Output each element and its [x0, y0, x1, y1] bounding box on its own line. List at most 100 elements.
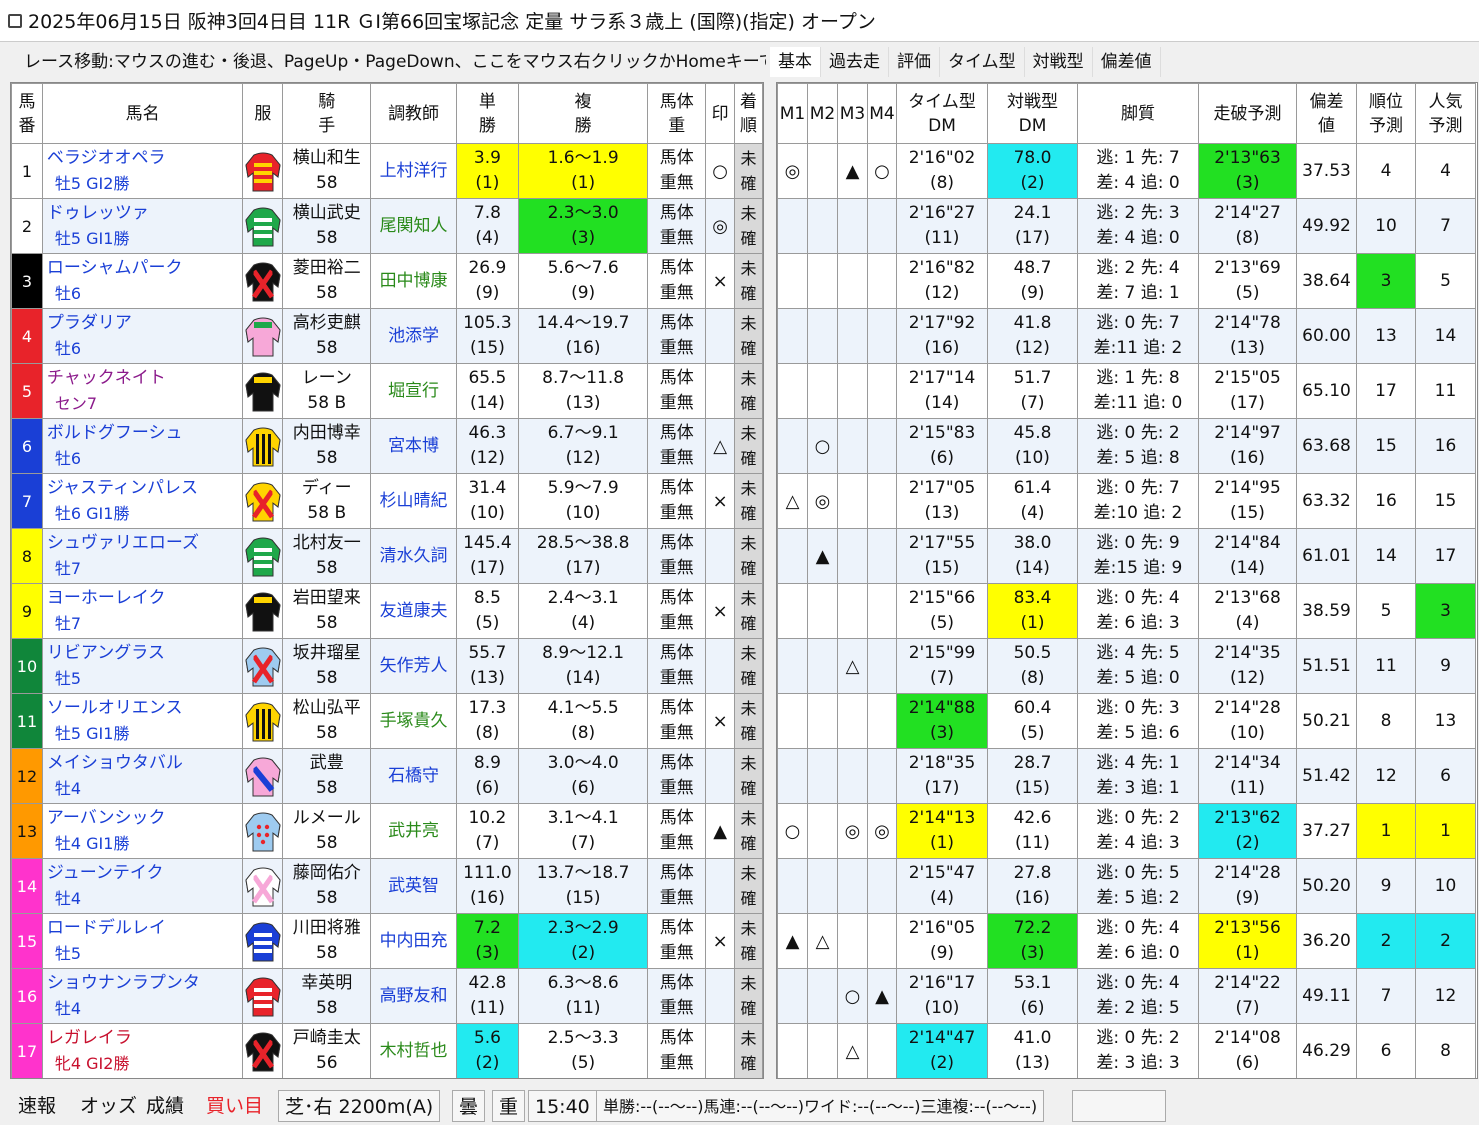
horse-row[interactable]: 8 シュヴァリエローズ 牡7 北村友一 58 清水久詞 145.4 (17) 28.5～38.8…: [11, 528, 763, 584]
horse-name[interactable]: ジャスティンパレス: [47, 476, 242, 501]
horse-name[interactable]: ドゥレッツァ: [47, 201, 242, 226]
right-header-2[interactable]: M3: [837, 83, 868, 144]
analysis-row[interactable]: 2'17"92 (16) 41.8 (12) 逃: 0 先: 7 差:11 追: 2 2'1…: [777, 308, 1476, 364]
horse-name[interactable]: チャックネイト: [47, 366, 242, 391]
prediction-mark[interactable]: [705, 1023, 736, 1078]
prediction-mark[interactable]: △: [705, 418, 736, 474]
horse-row[interactable]: 17 レガレイラ 牝4 GI2勝 戸崎圭太 56 木村哲也 5.6 (2) 2.5～3.3 (5)…: [11, 1023, 763, 1078]
horse-name[interactable]: ソールオリエンス: [47, 696, 242, 721]
analysis-row[interactable]: ○ 2'15"83 (6) 45.8 (10) 逃: 0 先: 2 差: 5 追: 8 2'1…: [777, 418, 1476, 474]
analysis-row[interactable]: 2'16"27 (11) 24.1 (17) 逃: 2 先: 3 差: 4 追: 0 2'1…: [777, 198, 1476, 254]
horse-row[interactable]: 13 アーバンシック 牡4 GI1勝 ルメール 58 武井亮 10.2 (7) 3.1～4.1(…: [11, 803, 763, 859]
analysis-row[interactable]: △ 2'14"47 (2) 41.0 (13) 逃: 0 先: 2 差: 3 追: 3 2'1…: [777, 1023, 1476, 1078]
horse-name-cell[interactable]: ロードデルレイ 牡5: [41, 913, 244, 969]
prediction-mark[interactable]: [705, 528, 736, 584]
horse-row[interactable]: 16 ショウナンラプンタ 牡4 幸英明 58 高野友和 42.8 (11) 6.3～8.6 (11…: [11, 968, 763, 1024]
left-header-2[interactable]: 服: [242, 83, 284, 144]
tab-2[interactable]: 評価: [889, 47, 940, 77]
horse-name-cell[interactable]: ローシャムパーク 牡6: [41, 253, 244, 309]
analysis-row[interactable]: 2'17"14 (14) 51.7 (7) 逃: 1 先: 8 差:11 追: 0 2'15…: [777, 363, 1476, 419]
horse-name[interactable]: ジューンテイク: [47, 861, 242, 886]
right-header-9[interactable]: 順位 予測: [1356, 83, 1416, 144]
prediction-mark[interactable]: ×: [705, 913, 736, 969]
horse-name-cell[interactable]: メイショウタバル 牡4: [41, 748, 244, 804]
prediction-mark[interactable]: [705, 308, 736, 364]
right-header-6[interactable]: 脚質: [1077, 83, 1199, 144]
tab-0[interactable]: 基本: [770, 47, 821, 77]
analysis-row[interactable]: 2'15"47 (4) 27.8 (16) 逃: 0 先: 5 差: 5 追: 2 2'14…: [777, 858, 1476, 914]
horse-row[interactable]: 11 ソールオリエンス 牡5 GI1勝 松山弘平 58 手塚貴久 17.3 (8) 4.1～5.…: [11, 693, 763, 749]
prediction-mark[interactable]: [705, 858, 736, 914]
horse-name-cell[interactable]: レガレイラ 牝4 GI2勝: [41, 1023, 244, 1078]
analysis-row[interactable]: ◎ ▲ ○ 2'16"02 (8) 78.0 (2) 逃: 1 先: 7 差: 4 追: 0 2'…: [777, 143, 1476, 199]
horse-name[interactable]: ヨーホーレイク: [47, 586, 242, 611]
prediction-mark[interactable]: ×: [705, 253, 736, 309]
prediction-mark[interactable]: [705, 748, 736, 804]
horse-name-cell[interactable]: ドゥレッツァ 牡5 GI1勝: [41, 198, 244, 254]
horse-name-cell[interactable]: ベラジオオペラ 牡5 GI2勝: [41, 143, 244, 199]
tab-4[interactable]: 対戦型: [1025, 47, 1093, 77]
horse-row[interactable]: 4 プラダリア 牡6 高杉吏麒 58 池添学 105.3 (15) 14.4～19.7 (16) 馬…: [11, 308, 763, 364]
right-header-5[interactable]: 対戦型 DM: [987, 83, 1078, 144]
analysis-row[interactable]: 2'14"88 (3) 60.4 (5) 逃: 0 先: 3 差: 5 追: 6 2'14"…: [777, 693, 1476, 749]
analysis-row[interactable]: △ ◎ 2'17"05 (13) 61.4 (4) 逃: 0 先: 7 差:10 追: 2 2'…: [777, 473, 1476, 529]
tab-3[interactable]: タイム型: [940, 47, 1025, 77]
right-header-4[interactable]: タイム型 DM: [896, 83, 988, 144]
left-header-8[interactable]: 印: [705, 83, 736, 144]
horse-name-cell[interactable]: アーバンシック 牡4 GI1勝: [41, 803, 244, 859]
analysis-row[interactable]: 2'15"66 (5) 83.4 (1) 逃: 0 先: 4 差: 6 追: 3 2'13"…: [777, 583, 1476, 639]
horse-name-cell[interactable]: ショウナンラプンタ 牡4: [41, 968, 244, 1024]
horse-name-cell[interactable]: ジャスティンパレス 牡6 GI1勝: [41, 473, 244, 529]
horse-row[interactable]: 12 メイショウタバル 牡4 武豊 58 石橋守 8.9 (6) 3.0～4.0 (6) 馬体 重無未…: [11, 748, 763, 804]
horse-name-cell[interactable]: プラダリア 牡6: [41, 308, 244, 364]
left-header-3[interactable]: 騎手: [282, 83, 372, 144]
horse-name[interactable]: ローシャムパーク: [47, 256, 242, 281]
prediction-mark[interactable]: [705, 638, 736, 694]
horse-row[interactable]: 10 リビアングラス 牡5 坂井瑠星 58 矢作芳人 55.7 (13) 8.9～12.1 (14…: [11, 638, 763, 694]
prediction-mark[interactable]: ×: [705, 473, 736, 529]
right-header-10[interactable]: 人気 予測: [1415, 83, 1476, 144]
analysis-row[interactable]: ○ ◎ ◎ 2'14"13 (1) 42.6 (11) 逃: 0 先: 2 差: 4 追: 32…: [777, 803, 1476, 859]
tab-5[interactable]: 偏差値: [1093, 47, 1161, 77]
horse-name-cell[interactable]: ソールオリエンス 牡5 GI1勝: [41, 693, 244, 749]
horse-row[interactable]: 14 ジューンテイク 牡4 藤岡佑介 58 武英智 111.0 (16) 13.7～18.7 (1…: [11, 858, 763, 914]
horse-name-cell[interactable]: ボルドグフーシュ 牡6: [41, 418, 244, 474]
horse-name[interactable]: アーバンシック: [47, 806, 242, 831]
left-header-1[interactable]: 馬名: [41, 83, 244, 144]
horse-row[interactable]: 6 ボルドグフーシュ 牡6 内田博幸 58 宮本博 46.3 (12) 6.7～9.1 (12) 馬…: [11, 418, 763, 474]
horse-name[interactable]: プラダリア: [47, 311, 242, 336]
horse-row[interactable]: 9 ヨーホーレイク 牡7 岩田望来 58 友道康夫 8.5 (5) 2.4～3.1 (4) 馬体 重無…: [11, 583, 763, 639]
horse-name[interactable]: ボルドグフーシュ: [47, 421, 242, 446]
horse-name[interactable]: ショウナンラプンタ: [47, 971, 242, 996]
right-header-3[interactable]: M4: [867, 83, 897, 144]
analysis-row[interactable]: ▲ △ 2'16"05 (9) 72.2 (3) 逃: 0 先: 4 差: 6 追: 0 2'1…: [777, 913, 1476, 969]
analysis-row[interactable]: ▲ 2'17"55 (15) 38.0 (14) 逃: 0 先: 9 差:15 追: 9 2'…: [777, 528, 1476, 584]
horse-row[interactable]: 15 ロードデルレイ 牡5 川田将雅 58 中内田充 7.2 (3) 2.3～2.9 (2) 馬体重…: [11, 913, 763, 969]
prediction-mark[interactable]: ▲: [705, 803, 736, 859]
right-header-0[interactable]: M1: [777, 83, 808, 144]
horse-row[interactable]: 1 ベラジオオペラ 牡5 GI2勝 横山和生 58 上村洋行 3.9 (1) 1.6～1.9 (1…: [11, 143, 763, 199]
link-results[interactable]: 成績: [146, 1090, 184, 1122]
left-header-4[interactable]: 調教師: [370, 83, 457, 144]
horse-name-cell[interactable]: チャックネイト セン7: [41, 363, 244, 419]
horse-name-cell[interactable]: ヨーホーレイク 牡7: [41, 583, 244, 639]
horse-name-cell[interactable]: リビアングラス 牡5: [41, 638, 244, 694]
left-header-6[interactable]: 複勝: [517, 83, 649, 144]
prediction-mark[interactable]: [705, 968, 736, 1024]
horse-row[interactable]: 5 チャックネイト セン7 レーン 58 B 堀宣行 65.5 (14) 8.7～11.8 (13…: [11, 363, 763, 419]
analysis-row[interactable]: 2'18"35 (17) 28.7 (15) 逃: 4 先: 1 差: 3 追: 1 2'1…: [777, 748, 1476, 804]
horse-name[interactable]: ロードデルレイ: [47, 916, 242, 941]
horse-row[interactable]: 7 ジャスティンパレス 牡6 GI1勝 ディー 58 B 杉山晴紀 31.4 (10) 5.9～…: [11, 473, 763, 529]
prediction-mark[interactable]: [705, 363, 736, 419]
prediction-mark[interactable]: ◎: [705, 198, 736, 254]
analysis-row[interactable]: 2'16"82 (12) 48.7 (9) 逃: 2 先: 4 差: 7 追: 1 2'13…: [777, 253, 1476, 309]
prediction-mark[interactable]: ×: [705, 583, 736, 639]
right-header-1[interactable]: M2: [807, 83, 838, 144]
race-navigation-hint[interactable]: レース移動:マウスの進む・後退、PageUp・PageDown、ここをマウス右ク…: [10, 47, 766, 77]
horse-name[interactable]: メイショウタバル: [47, 751, 242, 776]
horse-row[interactable]: 3 ローシャムパーク 牡6 菱田裕二 58 田中博康 26.9 (9) 5.6～7.6 (9) 馬体…: [11, 253, 763, 309]
right-header-7[interactable]: 走破予測: [1198, 83, 1297, 144]
analysis-row[interactable]: ○ ▲ 2'16"17 (10) 53.1 (6) 逃: 0 先: 4 差: 2 追: 5 2'…: [777, 968, 1476, 1024]
left-header-0[interactable]: 馬番: [11, 83, 43, 144]
tab-1[interactable]: 過去走: [821, 47, 889, 77]
